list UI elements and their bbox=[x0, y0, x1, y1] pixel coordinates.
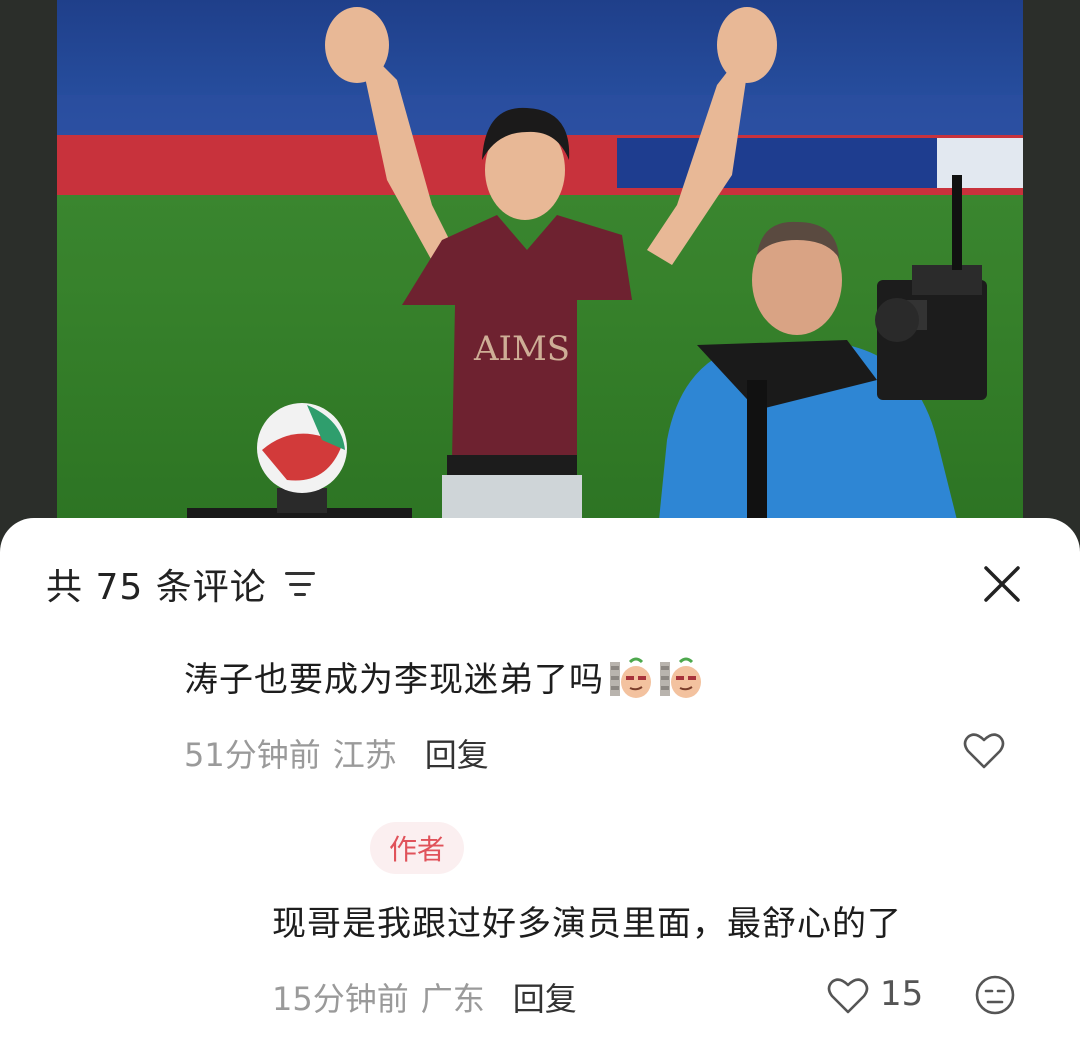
post-photo[interactable]: AIMS bbox=[57, 0, 1023, 540]
comment-2-time: 15分钟前 bbox=[272, 980, 409, 1018]
comment-2[interactable]: 现哥是我跟过好多演员里面，最舒心的了 bbox=[272, 896, 902, 945]
comment-1-time: 51分钟前 bbox=[184, 736, 321, 774]
heart-icon[interactable] bbox=[827, 976, 869, 1016]
smirk-peanut-emoji bbox=[660, 657, 701, 698]
comment-sheet-header: 共 75 条评论 bbox=[46, 560, 315, 608]
svg-text:AIMS: AIMS bbox=[473, 329, 570, 369]
comment-1-meta: 51分钟前 江苏 回复 bbox=[184, 730, 489, 776]
comment-2-meta: 15分钟前 广东 回复 bbox=[272, 974, 577, 1020]
comment-2-like-count: 15 bbox=[880, 974, 924, 1014]
heart-icon[interactable] bbox=[963, 731, 1005, 771]
comment-sheet: 共 75 条评论 涛子也要成为李现迷弟了吗 51分钟前 江苏 回复 作者 现哥是… bbox=[0, 518, 1080, 1056]
comment-count-title: 共 75 条评论 bbox=[46, 567, 267, 608]
comment-2-reply-button[interactable]: 回复 bbox=[513, 974, 577, 1020]
comment-1[interactable]: 涛子也要成为李现迷弟了吗 bbox=[184, 652, 704, 701]
sort-lines-icon[interactable] bbox=[284, 572, 315, 596]
comment-1-location: 江苏 bbox=[332, 736, 397, 774]
close-icon[interactable] bbox=[982, 564, 1022, 604]
comment-1-reply-button[interactable]: 回复 bbox=[425, 730, 489, 776]
comment-2-location: 广东 bbox=[420, 980, 485, 1018]
author-badge: 作者 bbox=[370, 822, 464, 874]
comment-2-text: 现哥是我跟过好多演员里面，最舒心的了 bbox=[272, 904, 902, 944]
smirk-peanut-emoji bbox=[610, 657, 651, 698]
meh-face-icon[interactable] bbox=[974, 974, 1016, 1016]
comment-1-text: 涛子也要成为李现迷弟了吗 bbox=[184, 660, 604, 700]
